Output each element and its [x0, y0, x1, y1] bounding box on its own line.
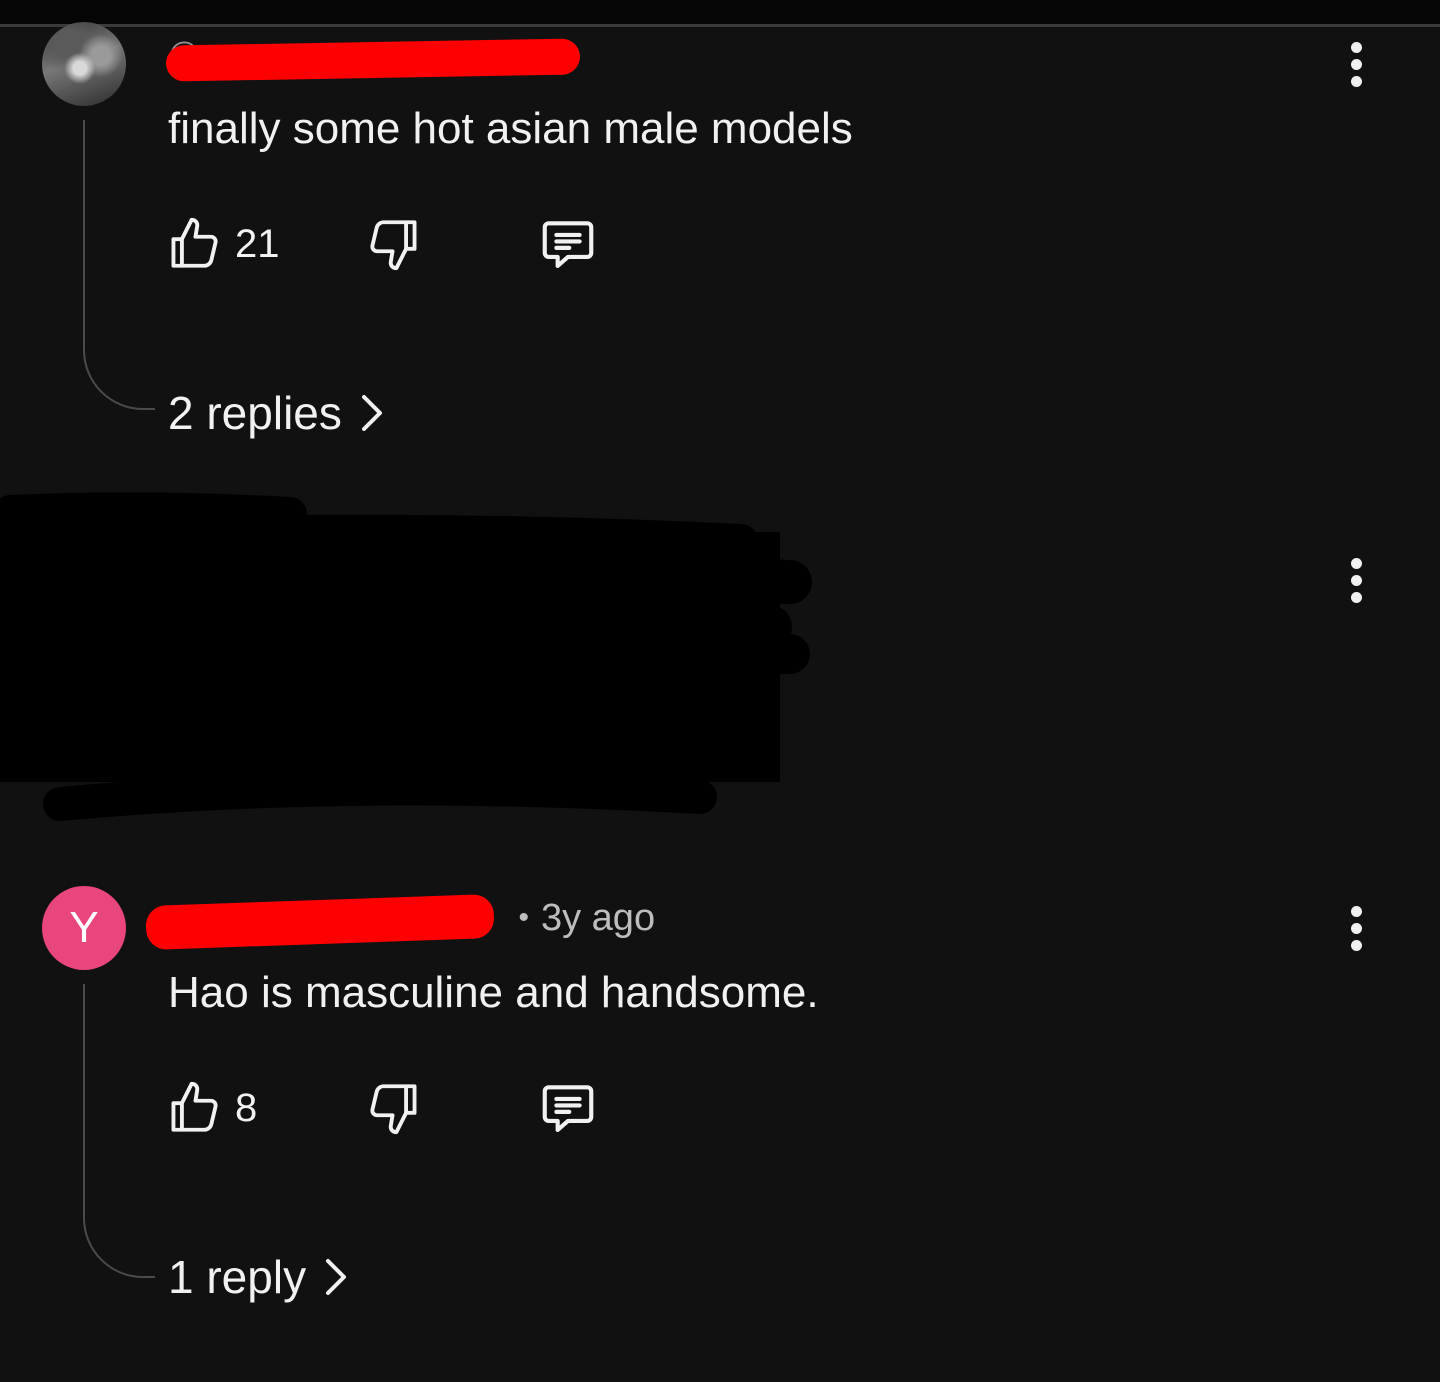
comment-actions: 8 [165, 1078, 625, 1138]
dislike-button[interactable] [365, 1078, 423, 1138]
more-options-button[interactable] [1336, 34, 1376, 94]
commenter-avatar[interactable] [42, 22, 126, 106]
comment-actions: 21 [165, 214, 625, 274]
comment-icon [542, 221, 594, 269]
more-options-button[interactable] [1336, 550, 1376, 610]
more-options-button[interactable] [1336, 898, 1376, 958]
redaction-mark [165, 38, 581, 82]
dislike-button[interactable] [365, 214, 423, 274]
thread-line [83, 120, 155, 410]
avatar-initial: Y [69, 903, 99, 952]
more-vertical-icon [1350, 905, 1362, 917]
reply-button[interactable] [537, 214, 599, 274]
separator-dot: • [518, 901, 529, 934]
thumbs-up-icon [171, 217, 218, 268]
comment-icon [542, 1085, 594, 1133]
top-bar [0, 0, 1440, 24]
like-count: 21 [235, 221, 280, 266]
thumbs-down-icon [370, 1084, 417, 1135]
like-button[interactable]: 8 [165, 1079, 257, 1137]
reply-button[interactable] [537, 1078, 599, 1138]
thread-line [83, 984, 155, 1278]
like-count: 8 [235, 1085, 258, 1130]
more-vertical-icon [1350, 557, 1362, 569]
thumbs-up-icon [171, 1081, 218, 1132]
replies-label: 1 reply [168, 1251, 307, 1303]
chevron-right-icon [361, 395, 382, 431]
like-button[interactable]: 21 [165, 215, 280, 273]
view-replies-link[interactable]: 2 replies [168, 386, 386, 440]
thumbs-down-icon [370, 220, 417, 271]
more-vertical-icon [1350, 41, 1362, 53]
replies-label: 2 replies [168, 387, 342, 439]
chevron-right-icon [326, 1259, 347, 1295]
comment-text: Hao is masculine and handsome. [168, 968, 819, 1017]
commenter-avatar[interactable]: Y [42, 886, 126, 970]
top-divider [0, 24, 1440, 27]
redaction-scribble [0, 492, 812, 821]
comment-text: finally some hot asian male models [168, 104, 853, 153]
comment-timestamp: 3y ago [540, 896, 656, 939]
view-replies-link[interactable]: 1 reply [168, 1250, 350, 1304]
